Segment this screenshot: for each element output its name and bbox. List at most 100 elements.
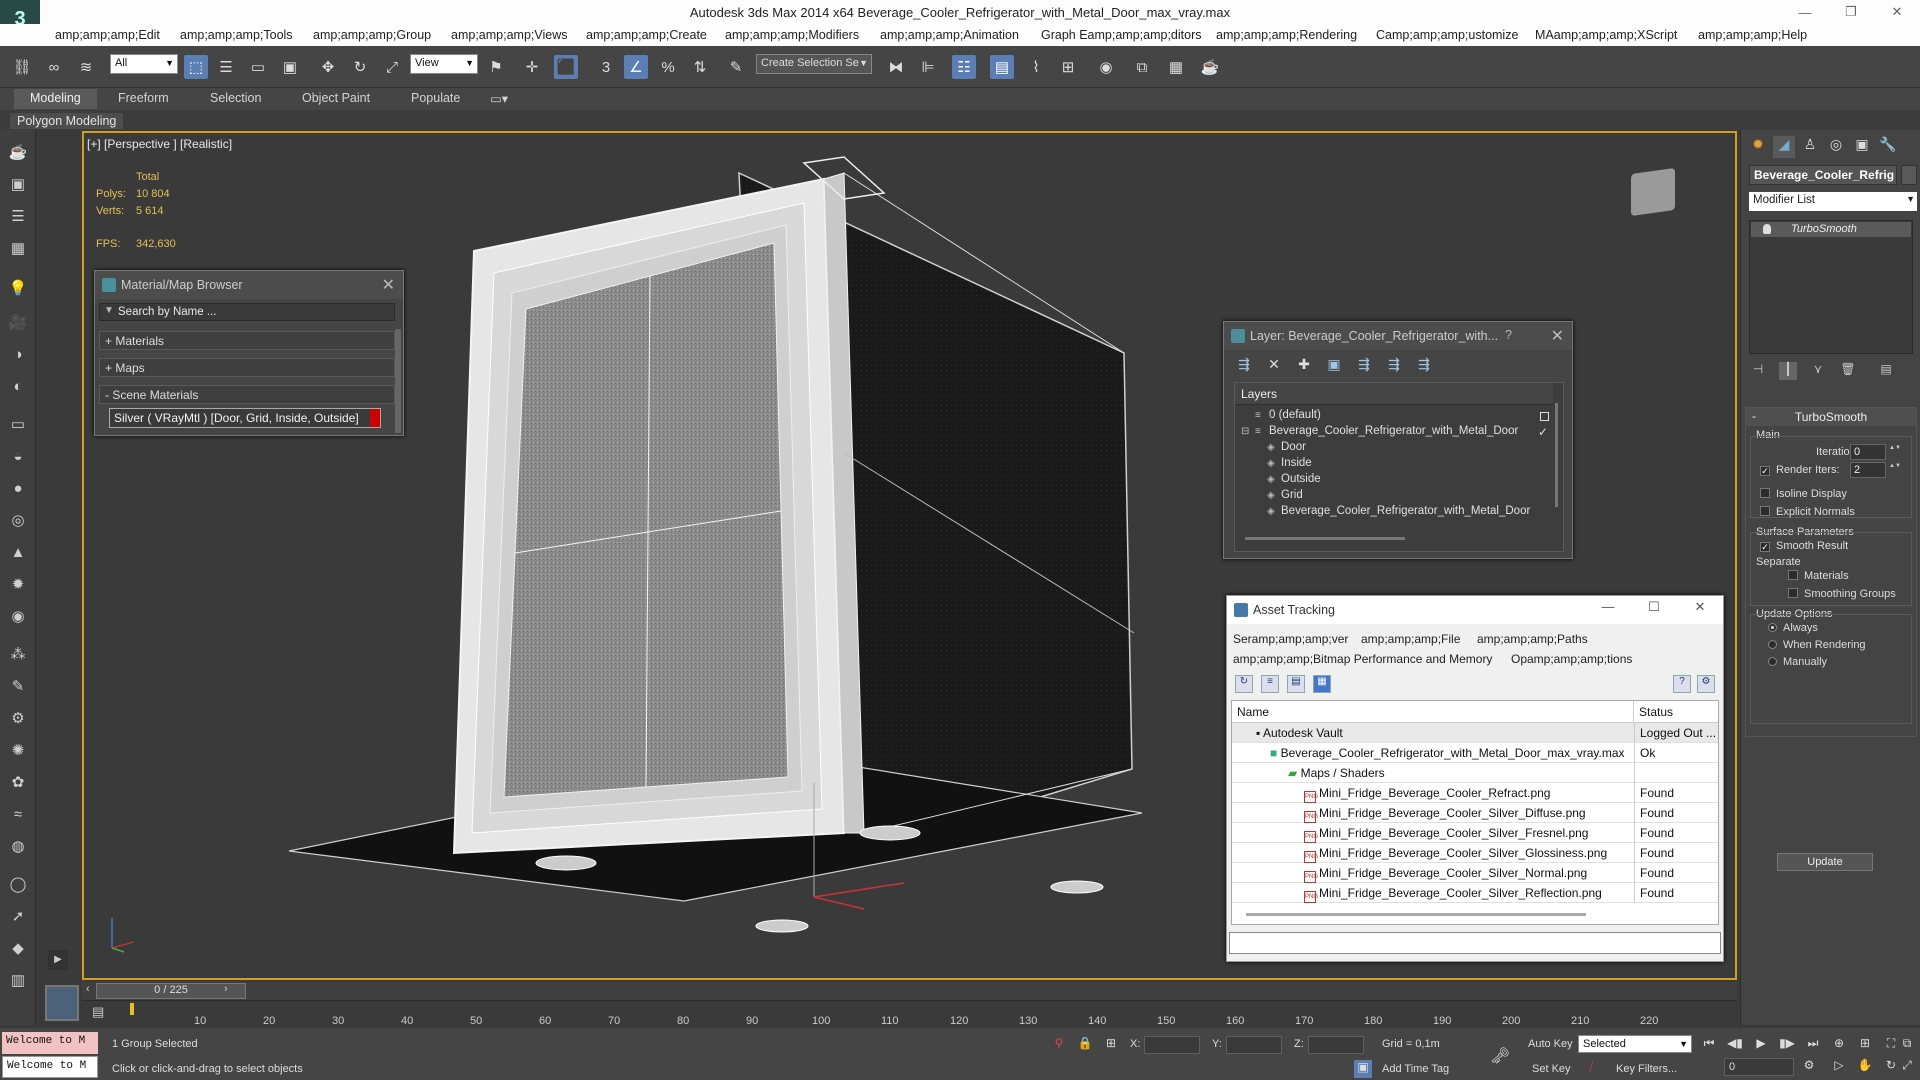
- globe-icon[interactable]: ◯: [6, 872, 30, 896]
- close-button[interactable]: ✕: [1874, 0, 1920, 24]
- menu-group[interactable]: amp;amp;amp;Group: [313, 28, 431, 42]
- maximize-button[interactable]: ☐: [1631, 599, 1677, 615]
- particle-icon[interactable]: ◑: [6, 342, 30, 366]
- render-icon[interactable]: ☕: [1198, 55, 1222, 79]
- render-iters-checkbox[interactable]: ✓ Render Iters:: [1760, 464, 1840, 476]
- make-unique-icon[interactable]: ⋎: [1809, 362, 1827, 380]
- asset-menu-bitmap[interactable]: amp;amp;amp;Bitmap Performance and Memor…: [1233, 649, 1492, 669]
- isolate-icon[interactable]: ⚲: [1050, 1036, 1068, 1054]
- maxscript-input[interactable]: Welcome to M: [2, 1056, 98, 1078]
- menu-views[interactable]: amp;amp;amp;Views: [451, 28, 568, 42]
- refresh-icon[interactable]: ↻: [1235, 675, 1253, 693]
- prev-key-icon[interactable]: ◀▮: [1726, 1036, 1744, 1054]
- maxscript-listener-mini[interactable]: Welcome to M: [2, 1032, 98, 1054]
- asset-hscrollbar[interactable]: [1246, 913, 1586, 916]
- pivot-icon[interactable]: ⚑: [484, 55, 508, 79]
- settings-icon[interactable]: ⚙: [1697, 675, 1715, 693]
- render-icon[interactable]: ▣: [6, 172, 30, 196]
- modify-tab-icon[interactable]: ◢: [1773, 136, 1795, 158]
- shell-icon[interactable]: ◍: [6, 834, 30, 858]
- tab-modeling[interactable]: Modeling: [14, 89, 97, 109]
- menu-animation[interactable]: amp;amp;amp;Animation: [880, 28, 1019, 42]
- layer-manager-icon[interactable]: ☷: [952, 55, 976, 79]
- ribbon-options-icon[interactable]: ▭▾: [490, 91, 508, 106]
- hierarchy-tab-icon[interactable]: ♙: [1799, 136, 1821, 158]
- tab-selection[interactable]: Selection: [210, 91, 261, 105]
- maximize-viewport-icon[interactable]: ⤢: [1898, 1058, 1916, 1076]
- table-view-icon[interactable]: ▦: [1313, 675, 1331, 693]
- paint-icon[interactable]: ✎: [6, 674, 30, 698]
- goto-start-icon[interactable]: ⏮: [1700, 1036, 1718, 1054]
- next-frame-arrow-icon[interactable]: ›: [224, 983, 228, 995]
- ribbon-toggle-icon[interactable]: ▤: [990, 55, 1014, 79]
- highlight-icon[interactable]: ⇶: [1384, 356, 1404, 376]
- zoom-extents-all-icon[interactable]: ⧉: [1898, 1036, 1916, 1054]
- asset-menu-paths[interactable]: amp;amp;amp;Paths: [1477, 629, 1588, 649]
- col-name-header[interactable]: Name: [1232, 701, 1634, 723]
- table-row[interactable]: PNGMini_Fridge_Beverage_Cooler_Refract.p…: [1232, 783, 1718, 803]
- show-end-result-icon[interactable]: ┃: [1779, 362, 1797, 380]
- table-row[interactable]: PNGMini_Fridge_Beverage_Cooler_Silver_Re…: [1232, 883, 1718, 903]
- tab-object-paint[interactable]: Object Paint: [302, 91, 370, 105]
- menu-edit[interactable]: amp;amp;amp;Edit: [55, 28, 160, 42]
- scale-icon[interactable]: ⤢: [380, 55, 404, 79]
- asset-menu-file[interactable]: amp;amp;amp;File: [1361, 629, 1460, 649]
- remove-modifier-icon[interactable]: 🗑: [1839, 362, 1857, 380]
- layer-sort-icon[interactable]: ⇶: [1234, 356, 1254, 376]
- asset-menu-options[interactable]: Opamp;amp;amp;tions: [1511, 649, 1632, 669]
- create-tab-icon[interactable]: ✹: [1747, 136, 1769, 158]
- pyramid-icon[interactable]: ▲: [6, 540, 30, 564]
- key-filters-button[interactable]: Key Filters...: [1616, 1063, 1677, 1075]
- close-icon[interactable]: ✕: [1551, 326, 1564, 346]
- gear-icon[interactable]: ✺: [6, 738, 30, 762]
- sun-icon[interactable]: ✹: [6, 572, 30, 596]
- when-rendering-radio[interactable]: When Rendering: [1768, 639, 1866, 651]
- menu-modifiers[interactable]: amp;amp;amp;Modifiers: [725, 28, 859, 42]
- maximize-button[interactable]: ❐: [1828, 0, 1874, 24]
- lock-icon[interactable]: 🔒: [1076, 1036, 1094, 1054]
- close-button[interactable]: ✕: [1677, 599, 1723, 615]
- menu-create[interactable]: amp;amp;amp;Create: [586, 28, 707, 42]
- iterations-spinner[interactable]: 0: [1850, 444, 1897, 460]
- time-slider[interactable]: ‹ 0 / 225 ›: [82, 982, 1737, 1000]
- ref-coord-dropdown[interactable]: View ▼: [410, 54, 478, 74]
- update-button[interactable]: Update: [1777, 853, 1873, 871]
- scene-materials-group[interactable]: - Scene Materials: [99, 385, 395, 404]
- curve-editor-icon[interactable]: ⌇: [1024, 55, 1048, 79]
- add-layer-icon[interactable]: ✚: [1294, 356, 1314, 376]
- pin-stack-icon[interactable]: ⊣: [1749, 362, 1767, 380]
- help-icon[interactable]: ?: [1673, 675, 1691, 693]
- snap-3d-icon[interactable]: 3: [594, 55, 618, 79]
- key-selection-dropdown[interactable]: Selected ▼: [1578, 1035, 1692, 1053]
- bulb-icon[interactable]: [1763, 224, 1771, 234]
- menu-help[interactable]: amp;amp;amp;Help: [1698, 28, 1807, 42]
- fov-icon[interactable]: ▷: [1830, 1058, 1848, 1076]
- add-time-tag[interactable]: Add Time Tag: [1382, 1063, 1449, 1075]
- prev-frame-arrow-icon[interactable]: ‹: [86, 983, 90, 995]
- delete-layer-icon[interactable]: ✕: [1264, 356, 1284, 376]
- tab-freeform[interactable]: Freeform: [118, 91, 169, 105]
- checkmark-icon[interactable]: ✓: [1538, 425, 1548, 439]
- explicit-normals-checkbox[interactable]: Explicit Normals: [1760, 506, 1855, 518]
- vray-icon[interactable]: ◆: [6, 936, 30, 960]
- hair-icon[interactable]: ≈: [6, 802, 30, 826]
- smoothing-groups-checkbox[interactable]: Smoothing Groups: [1788, 588, 1896, 600]
- time-tag-icon[interactable]: ▣: [1354, 1060, 1372, 1078]
- render-setup-icon[interactable]: ⧉: [1130, 55, 1154, 79]
- unlink-icon[interactable]: ∞: [42, 55, 66, 79]
- angle-snap-icon[interactable]: ∠: [624, 55, 648, 79]
- list-icon[interactable]: ☰: [6, 204, 30, 228]
- disc-icon[interactable]: ◉: [6, 604, 30, 628]
- active-layer-icon[interactable]: [1540, 412, 1549, 421]
- zoom-all-icon[interactable]: ⊞: [1856, 1036, 1874, 1054]
- table-row[interactable]: ■ Beverage_Cooler_Refrigerator_with_Meta…: [1232, 743, 1718, 763]
- asset-path-field[interactable]: [1229, 932, 1721, 954]
- absolute-mode-icon[interactable]: ⊞: [1102, 1036, 1120, 1054]
- object-name-field[interactable]: Beverage_Cooler_Refrig: [1749, 165, 1897, 185]
- cone-icon[interactable]: ◒: [6, 444, 30, 468]
- current-frame-field[interactable]: 0: [1724, 1058, 1794, 1076]
- maps-group[interactable]: + Maps: [99, 358, 395, 377]
- spinner-snap-icon[interactable]: ⇅: [688, 55, 712, 79]
- stack-item-turbosmooth[interactable]: TurboSmooth: [1751, 222, 1911, 237]
- x-coord-field[interactable]: [1144, 1036, 1200, 1054]
